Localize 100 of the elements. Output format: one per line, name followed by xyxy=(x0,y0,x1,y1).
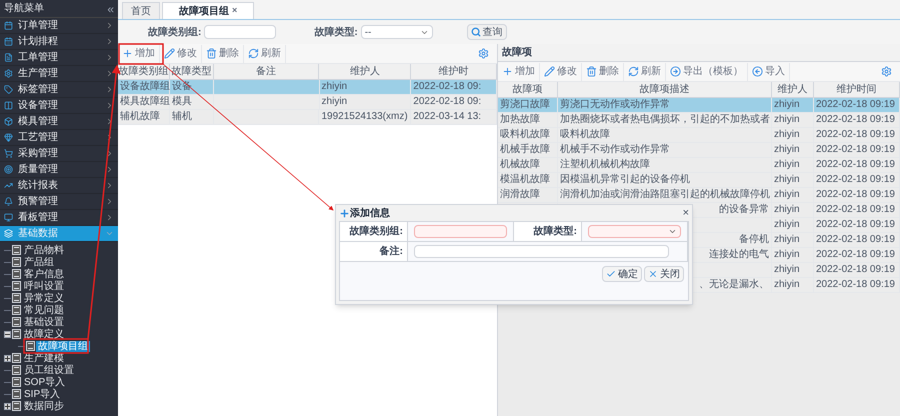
table-row[interactable]: 加热故障 加热圈烧坏或者热电偶损坏，引起的不加热或者 zhiyin 2022-02-18 09:19 xyxy=(498,113,900,128)
table-cell: zhiyin xyxy=(774,173,800,187)
table-row[interactable]: 模具故障组 模具 zhiyin 2022-02-18 09: xyxy=(118,95,497,110)
tree-item[interactable]: 生产建模 xyxy=(22,352,66,364)
settings-icon[interactable] xyxy=(881,66,892,77)
settings-icon[interactable] xyxy=(478,48,489,59)
menu-label: 预警管理 xyxy=(18,195,59,209)
table-row[interactable]: 吸料机故障 吸料机故障 zhiyin 2022-02-18 09:19 xyxy=(498,128,900,143)
tree-item[interactable]: 产品物料 xyxy=(22,244,66,256)
table-cell: zhiyin xyxy=(774,143,800,157)
table-cell: zhiyin xyxy=(774,158,800,172)
collapse-toggle-icon[interactable] xyxy=(4,330,11,338)
sidebar-title: 导航菜单 xyxy=(4,2,44,16)
collapse-button[interactable]: « xyxy=(107,2,114,14)
toolbar-button[interactable]: 修改 xyxy=(160,44,202,62)
target-icon xyxy=(4,165,13,174)
table-cell: 模具故障组 xyxy=(120,95,170,109)
document-icon xyxy=(12,269,21,279)
pencil-icon xyxy=(164,48,175,59)
confirm-button[interactable]: 确定 xyxy=(602,266,642,282)
highlight-frame xyxy=(23,338,89,354)
table-cell: 因模温机异常引起的设备停机 xyxy=(560,173,690,187)
table-cell: zhiyin xyxy=(322,80,348,94)
tree-item[interactable]: 员工组设置 xyxy=(22,364,76,376)
table-cell: 润滑故障 xyxy=(500,188,540,202)
tree-item[interactable]: 产品组 xyxy=(22,256,56,268)
tab[interactable]: 故障项目组 × xyxy=(162,2,254,19)
tree-item[interactable]: 异常定义 xyxy=(22,292,66,304)
column-header[interactable]: 故障项描述 xyxy=(558,82,772,97)
expand-toggle-icon[interactable] xyxy=(4,354,11,362)
field-label: 故障类型: xyxy=(314,25,358,40)
chart-icon xyxy=(4,181,13,190)
table-cell: 2022-02-18 09:19 xyxy=(816,158,895,172)
column-header[interactable]: 备注 xyxy=(214,64,320,79)
tree-item[interactable]: 客户信息 xyxy=(22,268,66,280)
toolbar-button[interactable]: 删除 xyxy=(202,44,244,62)
plus-icon xyxy=(122,48,133,59)
menu-item[interactable]: 计划排程 xyxy=(0,34,118,50)
import-icon xyxy=(752,66,763,77)
calendar-icon xyxy=(4,37,13,46)
toolbar-button[interactable]: 刷新 xyxy=(244,44,286,62)
calendar-icon xyxy=(4,21,13,30)
toolbar-button[interactable]: 刷新 xyxy=(624,62,666,80)
tree-item[interactable]: 呼叫设置 xyxy=(22,280,66,292)
select-field[interactable] xyxy=(588,225,681,238)
table-row[interactable]: 机械故障 注塑机机械机构故障 zhiyin 2022-02-18 09:19 xyxy=(498,158,900,173)
table-row[interactable]: 辅机故障 辅机 19921524133(xmz) 2022-03-14 13: xyxy=(118,110,497,125)
input-field[interactable] xyxy=(414,245,669,258)
layers-icon xyxy=(4,229,13,238)
input-field[interactable] xyxy=(414,225,507,238)
tree-item[interactable]: SIP导入 xyxy=(22,388,62,400)
tab-close-button[interactable]: × xyxy=(232,4,238,18)
expand-toggle-icon[interactable] xyxy=(4,402,11,410)
menu-item[interactable]: 工单管理 xyxy=(0,50,118,66)
menu-label: 质量管理 xyxy=(18,162,59,177)
toolbar-button[interactable]: 导入 xyxy=(748,62,790,80)
column-header[interactable]: 故障类型 xyxy=(170,64,214,79)
menu-item[interactable]: 生产管理 xyxy=(0,66,118,82)
tree-item[interactable]: 数据同步 xyxy=(22,400,66,412)
tab[interactable]: 首页 xyxy=(122,2,160,19)
table-row[interactable]: 机械手故障 机械手不动作或动作异常 zhiyin 2022-02-18 09:19 xyxy=(498,143,900,158)
table-row[interactable]: 剪浇口故障 剪浇口无动作或动作异常 zhiyin 2022-02-18 09:19 xyxy=(498,98,900,113)
table-cell: 润滑机加油或润滑油路阻塞引起的机械故障停机 xyxy=(560,188,770,202)
plus-icon xyxy=(339,208,350,218)
menu-label: 看板管理 xyxy=(18,210,59,225)
column-header[interactable]: 维护时间 xyxy=(814,82,900,97)
table-cell: 2022-02-18 09:19 xyxy=(816,263,895,277)
input-field[interactable] xyxy=(204,25,276,39)
check-icon xyxy=(606,269,616,279)
toolbar-button[interactable]: 增加 xyxy=(498,62,540,80)
table-row[interactable]: 模温机故障 因模温机异常引起的设备停机 zhiyin 2022-02-18 09:19 xyxy=(498,173,900,188)
column-header[interactable]: 维护时 xyxy=(411,64,497,79)
tree-item[interactable]: 故障项目组 xyxy=(36,340,90,352)
close-button[interactable]: × xyxy=(682,208,689,218)
trash-icon xyxy=(206,48,217,59)
close-button[interactable]: 关闭 xyxy=(644,266,684,282)
toolbar-button[interactable]: 删除 xyxy=(582,62,624,80)
refresh-icon xyxy=(628,66,639,77)
table-row[interactable]: 润滑故障 润滑机加油或润滑油路阻塞引起的机械故障停机 zhiyin 2022-02-18 09:19 xyxy=(498,188,900,203)
columns-icon xyxy=(4,101,13,110)
column-header[interactable]: 故障项 xyxy=(498,82,558,97)
table-cell: zhiyin xyxy=(774,98,800,112)
column-header[interactable]: 维护人 xyxy=(772,82,814,97)
search-button[interactable]: 查询 xyxy=(466,24,507,40)
select-field[interactable]: -- xyxy=(360,25,433,39)
document-icon xyxy=(12,365,21,375)
tree-item[interactable]: SOP导入 xyxy=(22,376,68,388)
toolbar-button[interactable]: 修改 xyxy=(540,62,582,80)
toolbar-button[interactable]: 导出（模板） xyxy=(666,62,748,80)
table-cell: 辅机故障 xyxy=(120,110,160,124)
table-cell: 模具 xyxy=(172,95,192,109)
table-cell: zhiyin xyxy=(774,188,800,202)
toolbar-button[interactable]: 增加 xyxy=(118,44,160,62)
tree-item[interactable]: 常见问题 xyxy=(22,304,66,316)
table-cell: 机械手故障 xyxy=(500,143,550,157)
tree-item[interactable]: 基础设置 xyxy=(22,316,66,328)
column-header[interactable]: 维护人 xyxy=(319,64,412,79)
cart-icon xyxy=(4,149,13,158)
tree-item[interactable]: 故障定义 xyxy=(22,328,66,340)
field-label: 故障类别组: xyxy=(350,224,403,239)
